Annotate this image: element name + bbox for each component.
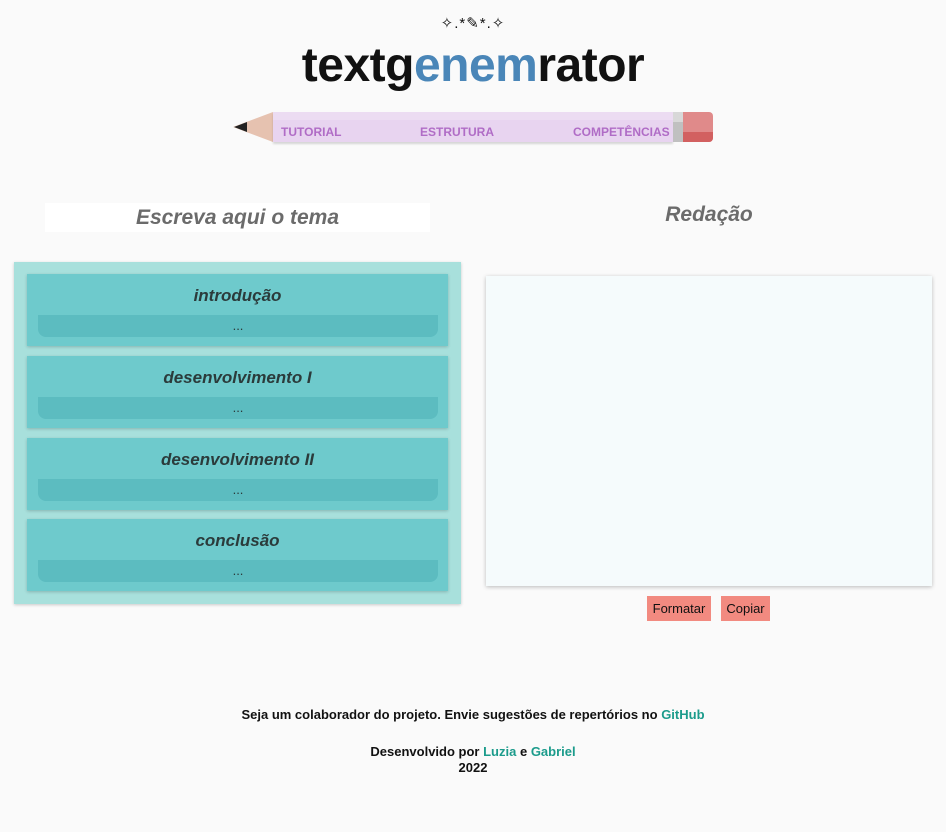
pencil-lead (234, 122, 247, 132)
section-introducao: introdução ... (27, 274, 448, 346)
section-input[interactable]: ... (38, 397, 438, 419)
section-input[interactable]: ... (38, 560, 438, 582)
section-title: desenvolvimento I (163, 368, 312, 387)
logo-part2: rator (537, 39, 645, 92)
copy-button[interactable]: Copiar (721, 596, 770, 621)
footer-dev: Desenvolvido por Luzia e Gabriel (0, 744, 946, 759)
pencil-eraser (683, 112, 713, 142)
logo: textgenemrator (0, 38, 946, 93)
section-title: introdução (193, 286, 282, 305)
footer-collab-text: Seja um colaborador do projeto. Envie su… (241, 707, 658, 722)
author-luzia-link[interactable]: Luzia (483, 744, 516, 759)
github-link[interactable]: GitHub (661, 707, 704, 722)
pencil-body: TUTORIAL ESTRUTURA COMPETÊNCIAS (273, 112, 673, 142)
format-button[interactable]: Formatar (647, 596, 711, 621)
logo-part1: textg (301, 39, 415, 92)
section-input[interactable]: ... (38, 315, 438, 337)
section-conclusao: conclusão ... (27, 519, 448, 591)
footer-collab: Seja um colaborador do projeto. Envie su… (0, 707, 946, 722)
author-gabriel-link[interactable]: Gabriel (531, 744, 576, 759)
section-desenvolvimento-1: desenvolvimento I ... (27, 356, 448, 428)
nav-tutorial[interactable]: TUTORIAL (281, 125, 341, 139)
theme-input[interactable]: Escreva aqui o tema (45, 203, 430, 232)
nav-estrutura[interactable]: ESTRUTURA (420, 125, 494, 139)
essay-textarea[interactable] (486, 276, 932, 586)
section-title: conclusão (195, 531, 280, 550)
section-desenvolvimento-2: desenvolvimento II ... (27, 438, 448, 510)
logo-highlight: enem (413, 39, 538, 92)
footer-year: 2022 (458, 760, 488, 775)
footer-and: e (519, 744, 528, 759)
footer-dev-text: Desenvolvido por (370, 744, 480, 759)
section-input[interactable]: ... (38, 479, 438, 501)
essay-title: Redação (665, 203, 753, 226)
section-title: desenvolvimento II (160, 450, 315, 469)
nav-competencias[interactable]: COMPETÊNCIAS (573, 125, 670, 139)
sparkle-decoration: ✧.*✎*.✧ (440, 15, 506, 32)
pencil-ferrule (673, 112, 683, 142)
outline-panel: introdução ... desenvolvimento I ... des… (14, 262, 461, 604)
pencil-nav: TUTORIAL ESTRUTURA COMPETÊNCIAS (233, 112, 713, 142)
